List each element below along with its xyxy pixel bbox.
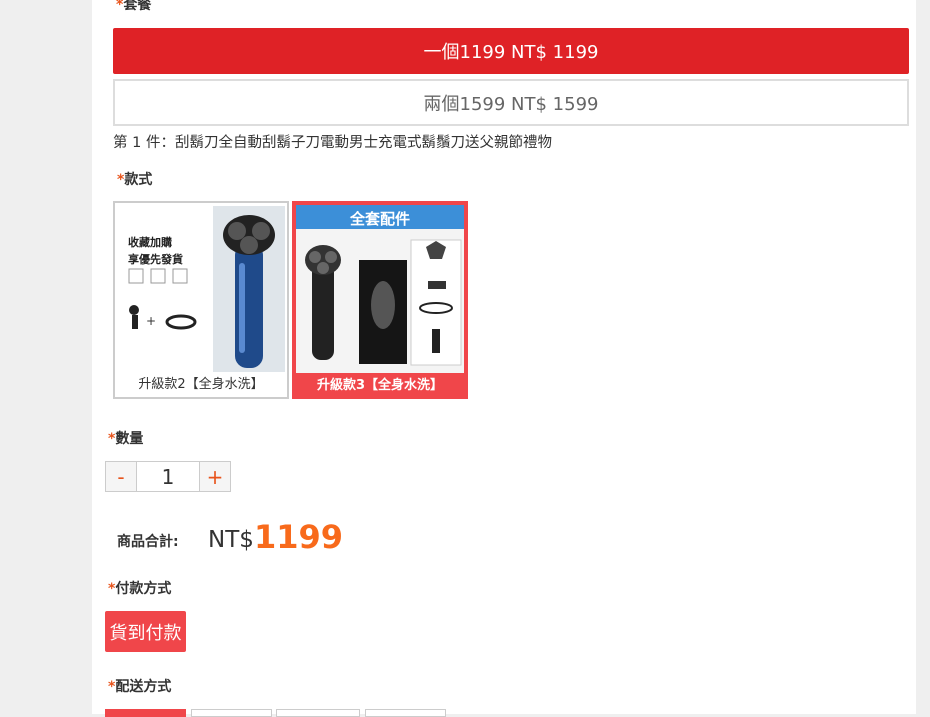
svg-text:+: + (146, 314, 156, 328)
total-amount: 1199 (254, 518, 344, 556)
shipping-option-2[interactable] (191, 709, 272, 717)
payment-label: *付款方式 (108, 581, 172, 597)
style-option-upgrade-3[interactable]: 全套配件 升級款3【全身水洗】 (292, 201, 468, 399)
shaver-black-set-image: 全套配件 (296, 205, 464, 373)
shipping-option-4[interactable] (365, 709, 446, 717)
quantity-plus-button[interactable]: + (199, 461, 231, 492)
package-label: *套餐 (116, 0, 151, 14)
item-description: 第 1 件：刮鬍刀全自動刮鬍子刀電動男士充電式鬍鬚刀送父親節禮物 (113, 135, 552, 151)
style-caption: 升級款2【全身水洗】 (138, 377, 264, 392)
shipping-option-1[interactable] (105, 709, 186, 717)
total-currency: NT$ (208, 527, 254, 553)
set-banner-text: 全套配件 (349, 210, 410, 228)
package-option-one[interactable]: 一個1199 NT$ 1199 (113, 28, 909, 74)
shipping-option-3[interactable] (276, 709, 360, 717)
payment-cod-button[interactable]: 貨到付款 (105, 611, 186, 652)
quantity-input[interactable]: 1 (137, 461, 199, 492)
style-label: *款式 (117, 172, 153, 188)
style-option-upgrade-2[interactable]: + 收藏加購 享優先發貨 升級款2【全身水洗】 (113, 201, 289, 399)
quantity-minus-button[interactable]: - (105, 461, 137, 492)
package-option-two[interactable]: 兩個1599 NT$ 1599 (113, 79, 909, 126)
promo-text-2: 享優先發貨 (128, 253, 183, 266)
promo-text-1: 收藏加購 (128, 236, 172, 249)
style-caption: 升級款3【全身水洗】 (316, 378, 444, 393)
shaver-blue-image: + 收藏加購 享優先發貨 (115, 203, 287, 373)
quantity-stepper: - 1 + (105, 461, 231, 492)
quantity-label: *數量 (108, 431, 144, 447)
shipping-label: *配送方式 (108, 679, 172, 695)
total-label: 商品合計: (117, 534, 179, 550)
